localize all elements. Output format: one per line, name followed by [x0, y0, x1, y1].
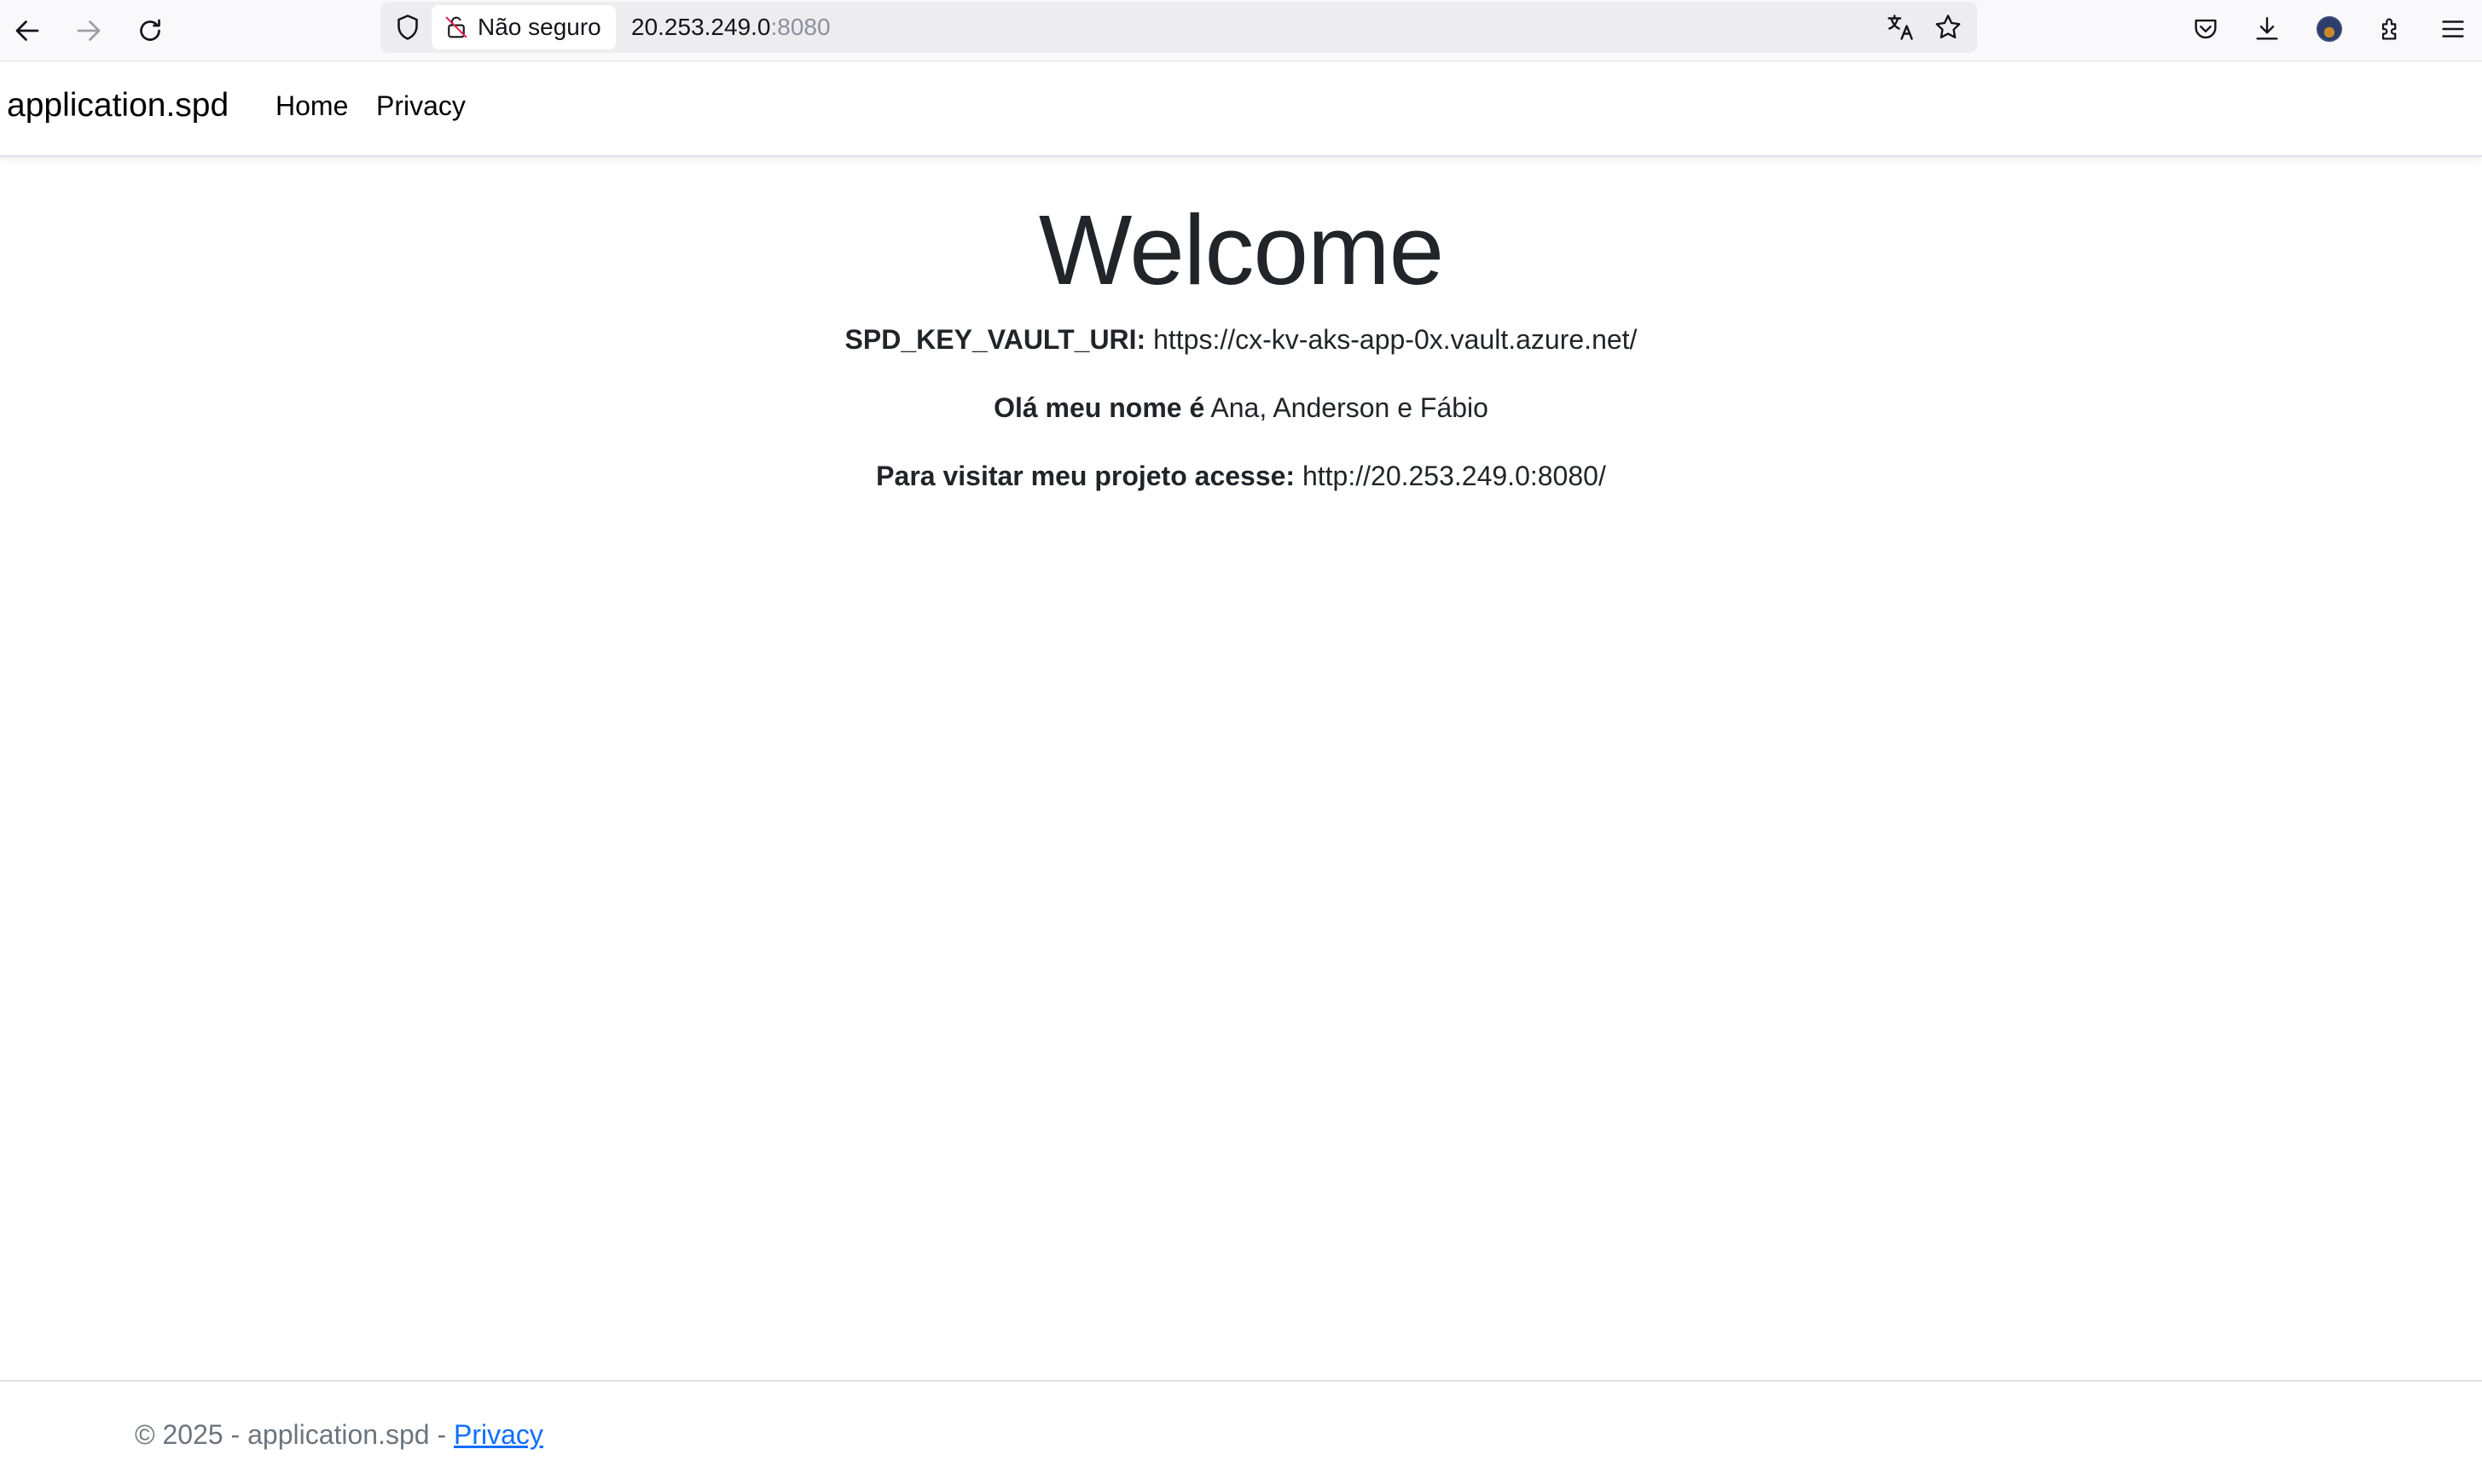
- reload-icon: [140, 19, 160, 41]
- site-navbar: application.spd Home Privacy: [0, 61, 2482, 157]
- project-line: Para visitar meu projeto acesse: http://…: [0, 455, 2482, 496]
- site-footer: © 2025 - application.spd - Privacy: [0, 1380, 2482, 1484]
- shield-icon[interactable]: [392, 12, 423, 43]
- back-button[interactable]: [3, 7, 51, 55]
- insecure-lock-icon: [445, 16, 467, 38]
- back-arrow-icon: [15, 20, 39, 41]
- key-vault-label: SPD_KEY_VAULT_URI:: [844, 323, 1146, 355]
- footer-text: © 2025 - application.spd - Privacy: [135, 1419, 543, 1451]
- footer-privacy-link[interactable]: Privacy: [454, 1419, 543, 1450]
- names-value: Ana, Anderson e Fábio: [1204, 391, 1488, 423]
- nav-link-home[interactable]: Home: [275, 90, 348, 122]
- project-label: Para visitar meu projeto acesse:: [876, 460, 1296, 491]
- project-value: http://20.253.249.0:8080/: [1295, 460, 1606, 491]
- address-bar[interactable]: Não seguro 20.253.249.0:8080: [380, 2, 1977, 53]
- main-content: Welcome SPD_KEY_VAULT_URI: https://cx-kv…: [0, 157, 2482, 496]
- menu-icon: [2442, 20, 2464, 38]
- account-avatar-icon: [2317, 16, 2342, 42]
- key-vault-line: SPD_KEY_VAULT_URI: https://cx-kv-aks-app…: [0, 319, 2482, 360]
- reload-button[interactable]: [126, 7, 174, 55]
- extensions-button[interactable]: [2371, 9, 2412, 49]
- browser-toolbar: Não seguro 20.253.249.0:8080: [0, 0, 2482, 61]
- translate-icon: [1888, 14, 1913, 40]
- pocket-button[interactable]: [2185, 9, 2226, 49]
- forward-button[interactable]: [65, 7, 113, 55]
- download-icon: [2256, 17, 2278, 40]
- names-line: Olá meu nome é Ana, Anderson e Fábio: [0, 387, 2482, 428]
- menu-button[interactable]: [2433, 9, 2473, 49]
- extensions-icon: [2381, 18, 2397, 40]
- forward-arrow-icon: [77, 20, 101, 41]
- translate-button[interactable]: [1883, 10, 1917, 44]
- bookmark-button[interactable]: [1931, 10, 1965, 44]
- account-button[interactable]: [2309, 9, 2350, 49]
- pocket-icon: [2195, 19, 2217, 39]
- footer-copyright: © 2025 - application.spd -: [135, 1419, 455, 1450]
- nav-link-privacy[interactable]: Privacy: [376, 90, 466, 122]
- url-port: :8080: [770, 14, 831, 40]
- url-text[interactable]: 20.253.249.0:8080: [631, 14, 831, 41]
- downloads-button[interactable]: [2247, 9, 2288, 49]
- url-host: 20.253.249.0: [631, 14, 771, 40]
- bookmark-star-icon: [1935, 14, 1961, 39]
- names-label: Olá meu nome é: [994, 391, 1205, 423]
- page-title: Welcome: [1038, 194, 1444, 305]
- key-vault-value: https://cx-kv-aks-app-0x.vault.azure.net…: [1145, 323, 1638, 355]
- brand-link[interactable]: application.spd: [7, 87, 229, 125]
- security-label: Não seguro: [478, 14, 601, 40]
- security-indicator[interactable]: Não seguro: [432, 5, 616, 49]
